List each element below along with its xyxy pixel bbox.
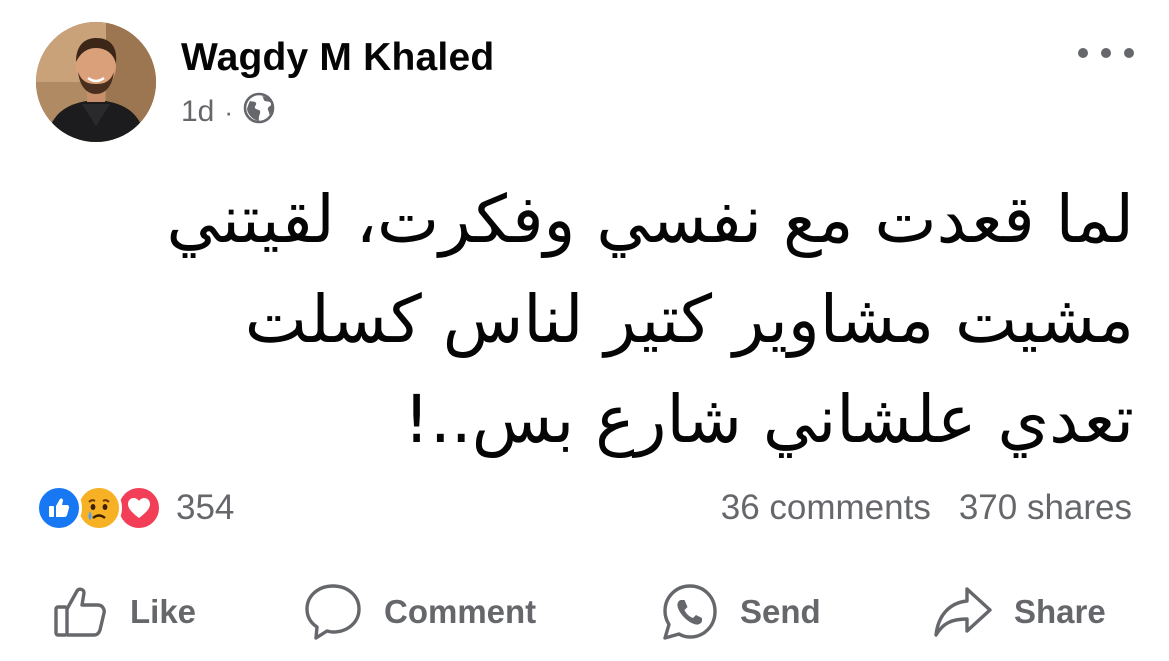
more-dot [1078,48,1088,58]
meta-separator: · [224,96,234,127]
love-reaction-icon [116,485,162,531]
whatsapp-icon [660,582,720,642]
post-card: Wagdy M Khaled 1d · لما قعدت مع نفسي وفك… [0,0,1169,661]
more-dot [1124,48,1134,58]
sad-reaction-icon [76,485,122,531]
share-arrow-icon [932,581,994,643]
thumbs-up-icon [52,583,110,641]
more-horizontal-icon[interactable] [1078,38,1134,68]
reaction-icons [36,485,162,531]
comment-button[interactable]: Comment [302,580,536,644]
action-bar: Like Comment Send Share [0,580,1169,644]
post-text-line: تعدي علشاني شارع بس..! [403,381,1134,458]
post-time[interactable]: 1d [181,95,214,129]
globe-icon [243,92,275,132]
comments-count[interactable]: 36 comments [721,488,931,528]
shares-count[interactable]: 370 shares [959,488,1132,528]
send-label: Send [740,593,821,630]
comment-icon [302,581,364,643]
comment-label: Comment [384,593,537,630]
engagement-counts: 36 comments 370 shares [721,484,1132,532]
more-dot [1101,48,1111,58]
post-text-line: مشيت مشاوير كتير لناس كسلت [244,281,1134,358]
reaction-summary[interactable]: 354 [36,484,234,532]
author-avatar[interactable] [36,22,156,142]
like-label: Like [130,593,197,630]
post-text-line: لما قعدت مع نفسي وفكرت، لقيتني [166,181,1134,258]
like-reaction-icon [36,485,82,531]
post-text: لما قعدت مع نفسي وفكرت، لقيتني مشيت مشاو… [40,170,1134,470]
reaction-count[interactable]: 354 [176,488,234,528]
send-button[interactable]: Send [660,580,821,644]
author-name[interactable]: Wagdy M Khaled [181,36,494,80]
share-button[interactable]: Share [932,580,1106,644]
like-button[interactable]: Like [52,580,196,644]
post-meta: 1d · [181,92,275,132]
share-label: Share [1014,593,1106,630]
